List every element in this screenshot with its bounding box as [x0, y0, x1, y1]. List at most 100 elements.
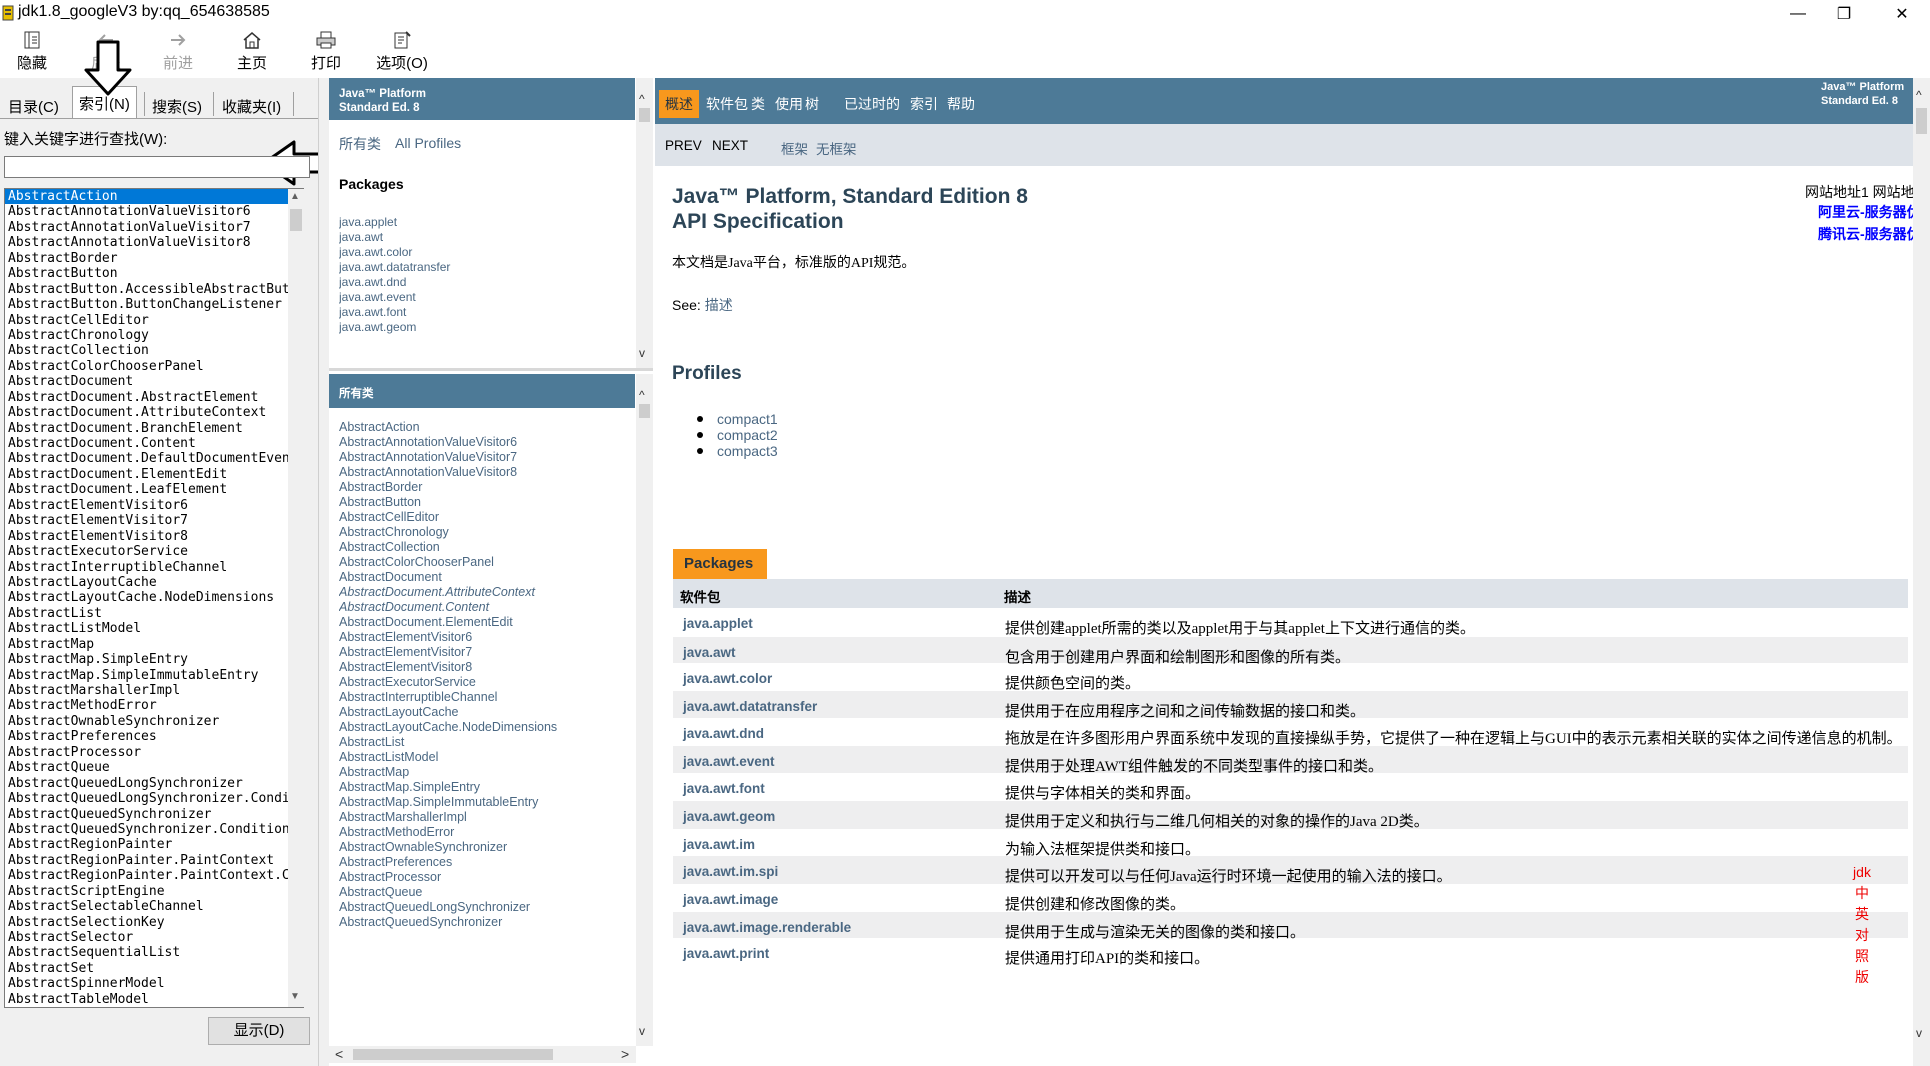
package-link[interactable]: java.awt.event	[339, 290, 629, 305]
package-link[interactable]: java.awt.geom	[339, 320, 629, 335]
nav-item-1[interactable]: 软件包	[706, 94, 748, 114]
class-link[interactable]: AbstractListModel	[339, 750, 631, 765]
index-list-item[interactable]: AbstractOwnableSynchronizer	[5, 714, 303, 729]
nav-item-3[interactable]: 使用	[775, 94, 803, 114]
index-list-item[interactable]: AbstractInterruptibleChannel	[5, 560, 303, 575]
scroll-up-icon[interactable]: ▲	[290, 191, 300, 202]
package-name-link[interactable]: java.awt.im	[683, 837, 755, 852]
class-link[interactable]: AbstractQueuedSynchronizer	[339, 915, 631, 930]
class-link[interactable]: AbstractLayoutCache.NodeDimensions	[339, 720, 631, 735]
index-list-item[interactable]: AbstractSpinnerModel	[5, 976, 303, 991]
hide-button[interactable]: 隐藏	[2, 30, 62, 73]
nav-item-5[interactable]: 已过时的	[844, 94, 900, 114]
home-button[interactable]: 主页	[222, 30, 282, 73]
index-list-item[interactable]: AbstractSequentialList	[5, 945, 303, 960]
index-list-item[interactable]: AbstractElementVisitor8	[5, 529, 303, 544]
class-link[interactable]: AbstractDocument.ElementEdit	[339, 615, 631, 630]
class-link[interactable]: AbstractPreferences	[339, 855, 631, 870]
package-name-link[interactable]: java.awt	[683, 645, 736, 660]
index-list-item[interactable]: AbstractRegionPainter.PaintContext	[5, 853, 303, 868]
index-list-item[interactable]: AbstractSet	[5, 961, 303, 976]
index-list-item[interactable]: AbstractAnnotationValueVisitor7	[5, 220, 303, 235]
class-link[interactable]: AbstractElementVisitor7	[339, 645, 631, 660]
class-link[interactable]: AbstractProcessor	[339, 870, 631, 885]
profile-link[interactable]: compact1	[717, 411, 778, 427]
index-list-item[interactable]: AbstractCollection	[5, 343, 303, 358]
class-link[interactable]: AbstractOwnableSynchronizer	[339, 840, 631, 855]
package-frame-scrollbar[interactable]: ^ v	[636, 78, 653, 368]
index-list-item[interactable]: AbstractTableModel	[5, 992, 303, 1007]
index-list-item[interactable]: AbstractQueue	[5, 760, 303, 775]
class-link[interactable]: AbstractCollection	[339, 540, 631, 555]
index-list-item[interactable]: AbstractSelectableChannel	[5, 899, 303, 914]
content-scrollbar[interactable]: ^ v	[1913, 78, 1930, 1066]
nav-item-0[interactable]: 概述	[659, 90, 699, 118]
tab-contents[interactable]: 目录(C)	[2, 90, 65, 118]
forward-button[interactable]: 前进	[148, 30, 208, 73]
index-list-item[interactable]: AbstractColorChooserPanel	[5, 359, 303, 374]
tab-favorites[interactable]: 收藏夹(I)	[216, 90, 287, 118]
keyword-input[interactable]	[4, 156, 310, 178]
tab-search[interactable]: 搜索(S)	[146, 90, 208, 118]
package-link[interactable]: java.awt.datatransfer	[339, 260, 629, 275]
minimize-button[interactable]: —	[1775, 0, 1821, 28]
index-list-item[interactable]: AbstractDocument	[5, 374, 303, 389]
class-link[interactable]: AbstractDocument.Content	[339, 600, 631, 615]
class-frame-scrollbar[interactable]: ^ v	[636, 374, 653, 1046]
index-list-item[interactable]: AbstractBorder	[5, 251, 303, 266]
class-link[interactable]: AbstractMap.SimpleImmutableEntry	[339, 795, 631, 810]
package-name-link[interactable]: java.awt.color	[683, 671, 772, 686]
package-link[interactable]: java.awt.color	[339, 245, 629, 260]
index-list-item[interactable]: AbstractButton.ButtonChangeListener	[5, 297, 303, 312]
index-list-item[interactable]: AbstractDocument.AttributeContext	[5, 405, 303, 420]
index-list[interactable]: AbstractAction AbstractAnnotationValueVis…	[4, 188, 304, 1008]
index-list-scrollbar[interactable]: ▲ ▼	[288, 189, 304, 1007]
package-name-link[interactable]: java.awt.dnd	[683, 726, 764, 741]
index-list-item[interactable]: AbstractList	[5, 606, 303, 621]
index-list-item[interactable]: AbstractAnnotationValueVisitor6	[5, 204, 303, 219]
package-name-link[interactable]: java.awt.font	[683, 781, 765, 796]
index-list-item[interactable]: AbstractDocument.ElementEdit	[5, 467, 303, 482]
index-list-item[interactable]: AbstractElementVisitor6	[5, 498, 303, 513]
index-list-item[interactable]: AbstractPreferences	[5, 729, 303, 744]
class-link[interactable]: AbstractDocument	[339, 570, 631, 585]
index-list-item[interactable]: AbstractListModel	[5, 621, 303, 636]
class-link[interactable]: AbstractAnnotationValueVisitor6	[339, 435, 631, 450]
class-link[interactable]: AbstractColorChooserPanel	[339, 555, 631, 570]
index-list-item[interactable]: AbstractMap.SimpleImmutableEntry	[5, 668, 303, 683]
class-link[interactable]: AbstractElementVisitor8	[339, 660, 631, 675]
package-name-link[interactable]: java.awt.event	[683, 754, 775, 769]
index-list-item[interactable]: AbstractButton	[5, 266, 303, 281]
see-description-link[interactable]: 描述	[705, 297, 733, 313]
all-profiles-link[interactable]: All Profiles	[395, 135, 461, 151]
nav-item-6[interactable]: 索引	[910, 94, 938, 114]
index-list-item[interactable]: AbstractDocument.DefaultDocumentEvent	[5, 451, 303, 466]
index-list-item[interactable]: AbstractQueuedLongSynchronizer	[5, 776, 303, 791]
class-link[interactable]: AbstractAnnotationValueVisitor8	[339, 465, 631, 480]
index-list-item[interactable]: AbstractLayoutCache.NodeDimensions	[5, 590, 303, 605]
profile-link[interactable]: compact3	[717, 443, 778, 459]
class-link[interactable]: AbstractQueue	[339, 885, 631, 900]
class-link[interactable]: AbstractAnnotationValueVisitor7	[339, 450, 631, 465]
index-list-item[interactable]: AbstractQueuedLongSynchronizer.Condition…	[5, 791, 303, 806]
class-link[interactable]: AbstractList	[339, 735, 631, 750]
index-list-item[interactable]: AbstractDocument.BranchElement	[5, 421, 303, 436]
index-list-item[interactable]: AbstractSelector	[5, 930, 303, 945]
index-list-item[interactable]: AbstractButton.AccessibleAbstractButton	[5, 282, 303, 297]
show-button[interactable]: 显示(D)	[208, 1017, 310, 1045]
class-link[interactable]: AbstractButton	[339, 495, 631, 510]
index-list-item[interactable]: AbstractAnnotationValueVisitor8	[5, 235, 303, 250]
package-link[interactable]: java.awt.font	[339, 305, 629, 320]
index-list-item[interactable]: AbstractCellEditor	[5, 313, 303, 328]
all-classes-link[interactable]: 所有类	[339, 134, 381, 154]
index-list-item[interactable]: AbstractMarshallerImpl	[5, 683, 303, 698]
package-name-link[interactable]: java.awt.geom	[683, 809, 775, 824]
class-link[interactable]: AbstractMarshallerImpl	[339, 810, 631, 825]
class-link[interactable]: AbstractAction	[339, 420, 631, 435]
package-link[interactable]: java.awt.dnd	[339, 275, 629, 290]
index-list-item[interactable]: AbstractAction	[5, 189, 303, 205]
package-name-link[interactable]: java.applet	[683, 616, 753, 631]
restore-button[interactable]: ❐	[1821, 0, 1867, 28]
class-link[interactable]: AbstractExecutorService	[339, 675, 631, 690]
package-link[interactable]: java.applet	[339, 215, 629, 230]
